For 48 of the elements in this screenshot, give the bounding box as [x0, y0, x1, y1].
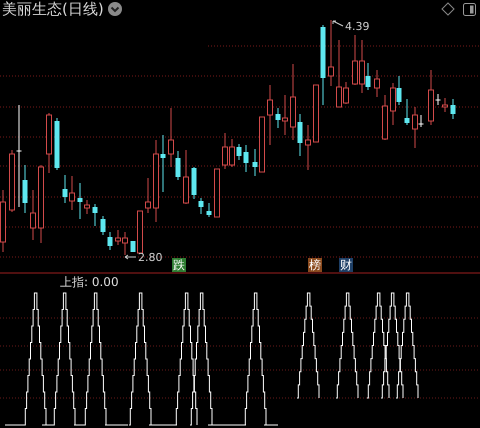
- candlestick: [450, 98, 456, 120]
- candlestick: [236, 144, 242, 160]
- dropdown-icon[interactable]: [108, 2, 122, 16]
- candlestick: [54, 118, 60, 170]
- candlestick: [328, 20, 334, 86]
- candlestick: [46, 112, 52, 174]
- candlestick: [374, 70, 380, 98]
- panel-toggle-icon[interactable]: [463, 2, 476, 16]
- candlestick: [252, 148, 258, 176]
- indicator-label: 上指: 0.00: [60, 275, 119, 289]
- candlestick: [267, 84, 273, 146]
- candlestick: [100, 216, 106, 236]
- signal-tag: 财: [339, 258, 353, 272]
- candlestick: [108, 232, 112, 250]
- candlestick: [62, 174, 68, 204]
- candlestick: [168, 108, 174, 168]
- candlestick: [259, 116, 265, 172]
- candlestick: [160, 134, 166, 192]
- candlestick: [404, 98, 410, 126]
- candlestick: [145, 178, 151, 214]
- candlestick: [30, 190, 36, 240]
- candlestick: [137, 210, 143, 254]
- candlestick: [78, 182, 82, 220]
- candlestick: [298, 114, 302, 156]
- diamond-icon[interactable]: [441, 2, 455, 16]
- candlestick: [198, 198, 204, 214]
- candlestick: [130, 240, 136, 252]
- candlestick: [244, 144, 248, 172]
- chart-title: 美丽生态(日线): [2, 0, 104, 18]
- candlestick: [192, 166, 196, 200]
- candlestick: [92, 204, 98, 226]
- candlestick: [276, 108, 280, 128]
- candlestick: [84, 200, 90, 214]
- candlestick: [214, 168, 220, 218]
- candlestick: [206, 202, 212, 218]
- low-price-label: 2.80: [138, 251, 162, 264]
- candlestick: [282, 94, 288, 136]
- candlestick: [313, 84, 319, 142]
- leader-line: [124, 254, 136, 260]
- candlestick: [305, 124, 311, 170]
- high-price-label: 4.39: [345, 20, 370, 33]
- candlestick: [382, 94, 388, 140]
- signal-tag: 榜: [308, 258, 322, 272]
- candlestick: [69, 176, 75, 210]
- candlestick: [176, 150, 180, 180]
- signal-tag: 跌: [172, 258, 186, 272]
- candlestick: [183, 150, 189, 204]
- leader-line: [332, 20, 344, 26]
